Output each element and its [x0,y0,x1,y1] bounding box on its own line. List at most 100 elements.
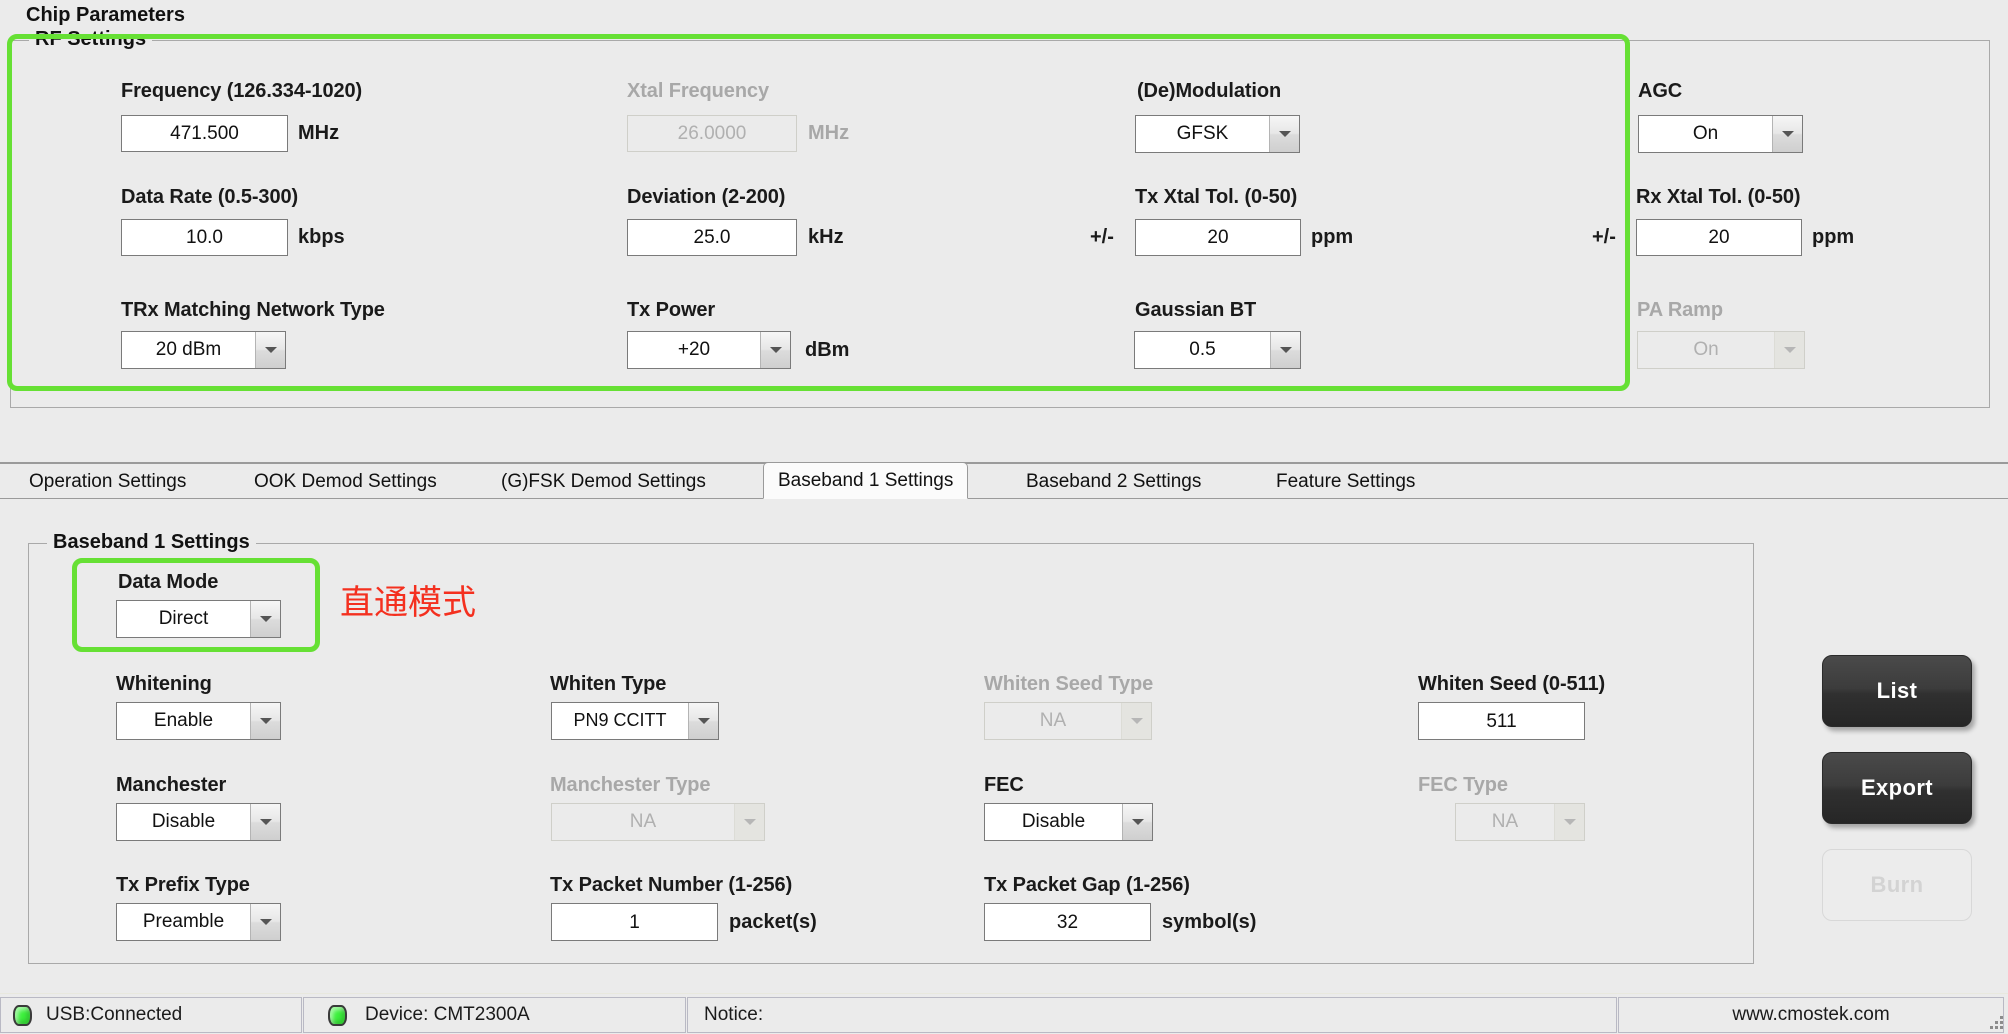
tab-ook-demod-settings[interactable]: OOK Demod Settings [239,466,452,498]
chevron-down-icon[interactable] [1269,116,1299,152]
tab-label: Feature Settings [1276,471,1416,492]
tx-packet-number-input[interactable]: 1 [551,903,718,941]
fec-value: Disable [985,804,1122,840]
chevron-down-icon[interactable] [250,804,280,840]
bb-field-label-whitening: Whitening [116,673,212,695]
tx-xtal-tol-prefix: +/- [1090,226,1114,248]
whiten-seed-input[interactable]: 511 [1418,702,1585,740]
tx-packet-number-unit: packet(s) [729,911,817,933]
tab-baseband-1-settings[interactable]: Baseband 1 Settings [763,462,969,499]
tabstrip-bottom-rule [0,498,2008,499]
tab-baseband-2-settings[interactable]: Baseband 2 Settings [1011,466,1216,498]
status-usb-cell: USB:Connected [0,997,302,1033]
tab-feature-settings[interactable]: Feature Settings [1261,466,1430,498]
deviation-unit: kHz [808,226,844,248]
rf-field-label-demodulation: (De)Modulation [1137,80,1282,102]
status-bar: USB:Connected Device: CMT2300A Notice: w… [0,993,2008,1034]
list-button[interactable]: List [1822,655,1972,727]
data-mode-value: Direct [117,601,250,637]
rf-field-label-gaussian-bt: Gaussian BT [1135,299,1257,321]
data-mode-combo[interactable]: Direct [116,600,281,638]
tab-gfsk-demod-settings[interactable]: (G)FSK Demod Settings [486,466,721,498]
frequency-unit: MHz [298,122,340,144]
xtal-frequency-unit: MHz [808,122,850,144]
bb-field-label-data-mode: Data Mode [118,571,219,593]
trx-matching-value: 20 dBm [122,332,255,368]
notice-text: Notice: [704,1004,764,1025]
agc-combo[interactable]: On [1638,115,1803,153]
frequency-input[interactable]: 471.500 [121,115,288,152]
chevron-down-icon[interactable] [250,904,280,940]
agc-value: On [1639,116,1772,152]
bb-field-label-manchester: Manchester [116,774,227,796]
demodulation-value: GFSK [1136,116,1269,152]
chevron-down-icon [1774,332,1804,368]
device-status-led-icon [328,1004,347,1026]
rf-field-label-frequency: Frequency (126.334-1020) [121,80,363,102]
rf-field-label-data-rate: Data Rate (0.5-300) [121,186,299,208]
chevron-down-icon[interactable] [250,601,280,637]
page-title: Chip Parameters [26,4,185,26]
tx-prefix-type-combo[interactable]: Preamble [116,903,281,941]
demodulation-combo[interactable]: GFSK [1135,115,1300,153]
chevron-down-icon[interactable] [255,332,285,368]
chevron-down-icon [734,804,764,840]
rf-field-label-rx-xtal-tol: Rx Xtal Tol. (0-50) [1636,186,1801,208]
pa-ramp-value: On [1638,332,1774,368]
chevron-down-icon[interactable] [1270,332,1300,368]
deviation-input[interactable]: 25.0 [627,219,797,256]
tab-label: Baseband 1 Settings [778,469,954,491]
tx-power-combo[interactable]: +20 [627,331,791,369]
trx-matching-combo[interactable]: 20 dBm [121,331,286,369]
rf-field-label-pa-ramp: PA Ramp [1637,299,1723,321]
tx-packet-gap-input[interactable]: 32 [984,903,1151,941]
chevron-down-icon[interactable] [760,332,790,368]
rx-xtal-tol-input[interactable]: 20 [1636,219,1802,256]
chevron-down-icon[interactable] [1122,804,1152,840]
status-website-cell[interactable]: www.cmostek.com [1618,997,2004,1033]
bb-field-label-fec-type: FEC Type [1418,774,1508,796]
bb-field-label-tx-packet-number: Tx Packet Number (1-256) [550,874,793,896]
manchester-combo[interactable]: Disable [116,803,281,841]
app-window: Chip Parameters RF Settings Frequency (1… [0,0,2008,1034]
whitening-value: Enable [117,703,250,739]
tab-label: (G)FSK Demod Settings [501,471,706,492]
chevron-down-icon [1554,804,1584,840]
burn-button: Burn [1822,849,1972,921]
bb-field-label-manchester-type: Manchester Type [550,774,711,796]
chevron-down-icon [1121,703,1151,739]
fec-type-value: NA [1456,804,1554,840]
whiten-seed-type-value: NA [985,703,1121,739]
baseband1-settings-title: Baseband 1 Settings [47,531,256,554]
rf-field-label-tx-xtal-tol: Tx Xtal Tol. (0-50) [1135,186,1298,208]
resize-grip-icon[interactable] [1987,1016,2005,1032]
chevron-down-icon[interactable] [1772,116,1802,152]
tab-label: Operation Settings [29,471,187,492]
gaussian-bt-combo[interactable]: 0.5 [1134,331,1301,369]
whiten-type-value: PN9 CCITT [552,703,688,739]
status-notice-cell: Notice: [687,997,1617,1033]
whiten-type-combo[interactable]: PN9 CCITT [551,702,719,740]
xtal-frequency-input: 26.0000 [627,115,797,152]
fec-combo[interactable]: Disable [984,803,1153,841]
rf-field-label-agc: AGC [1638,80,1683,102]
export-button[interactable]: Export [1822,752,1972,824]
tx-prefix-type-value: Preamble [117,904,250,940]
tab-operation-settings[interactable]: Operation Settings [14,466,201,498]
rf-settings-title: RF Settings [29,28,153,51]
chevron-down-icon[interactable] [250,703,280,739]
tx-xtal-tol-input[interactable]: 20 [1135,219,1301,256]
tabstrip-top-rule [0,462,2008,464]
rf-field-label-tx-power: Tx Power [627,299,716,321]
tx-xtal-tol-unit: ppm [1311,226,1354,248]
manchester-type-value: NA [552,804,734,840]
whiten-seed-type-combo: NA [984,702,1152,740]
data-rate-input[interactable]: 10.0 [121,219,288,256]
rf-field-label-xtal-frequency: Xtal Frequency [627,80,769,102]
fec-type-combo: NA [1455,803,1585,841]
tx-power-unit: dBm [805,339,850,361]
chevron-down-icon[interactable] [688,703,718,739]
tx-packet-gap-unit: symbol(s) [1162,911,1257,933]
pa-ramp-combo: On [1637,331,1805,369]
whitening-combo[interactable]: Enable [116,702,281,740]
